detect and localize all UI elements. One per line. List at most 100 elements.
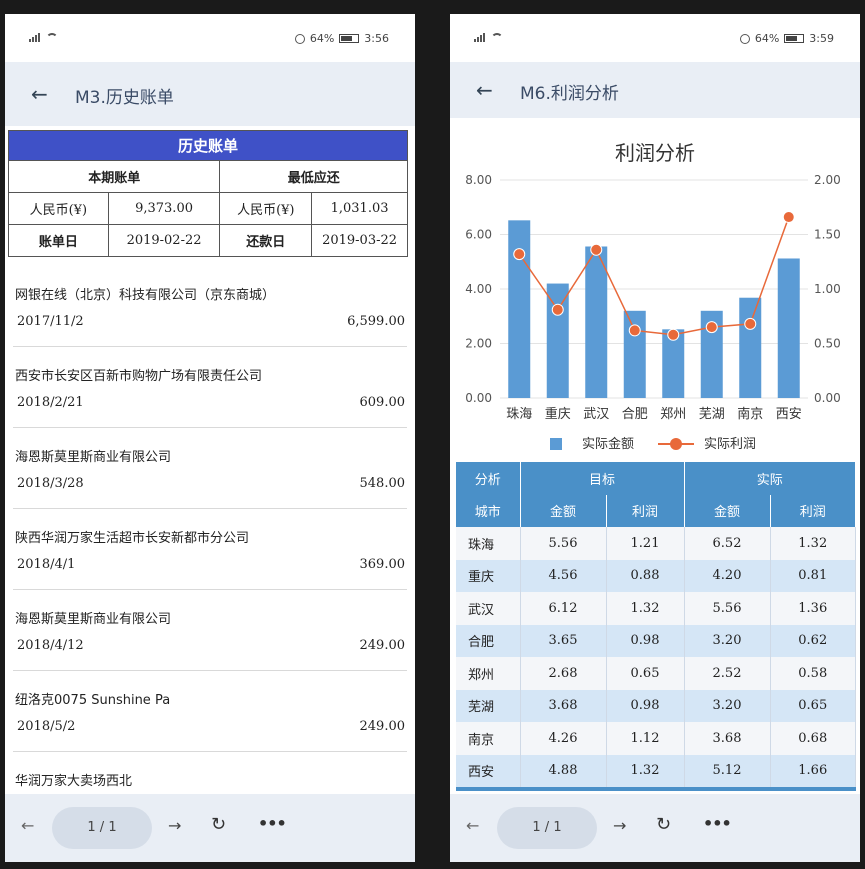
y-left-tick-label: 4.00 [465,282,492,296]
table-row: 芜湖 3.68 0.98 3.20 0.65 [456,689,856,722]
value-cell: 1.32 [606,592,685,625]
col-header-amount: 金额 [520,494,607,527]
value-cell: 0.58 [770,657,856,690]
bar [508,220,531,398]
merchant-name: 海恩斯莫里斯商业有限公司 [15,612,172,627]
page-indicator[interactable]: 1 / 1 [497,807,597,849]
city-cell: 郑州 [456,657,521,690]
list-item[interactable]: 海恩斯莫里斯商业有限公司 2018/4/12 249.00 [13,590,407,671]
next-page-arrow-icon[interactable]: → [168,816,181,835]
transaction-amount: 548.00 [359,476,406,491]
list-item[interactable]: 海恩斯莫里斯商业有限公司 2018/3/28 548.00 [13,428,407,509]
value-cell: 2.68 [520,657,607,690]
clock: 3:59 [809,32,834,45]
line-point [513,248,526,261]
value-cell: 4.26 [520,722,607,755]
transaction-date: 2018/4/1 [17,557,76,572]
line-point [705,321,718,334]
table-bottom-bar [456,787,856,791]
current-bill-amount: 9,373.00 [107,192,221,225]
y-right-tick-label: 0.50 [814,337,841,351]
value-cell: 1.21 [606,527,685,560]
value-cell: 1.32 [606,754,685,787]
legend-line-marker [670,438,682,450]
prev-page-arrow-icon[interactable]: ← [466,816,479,835]
col-header-analysis: 分析 [456,462,521,495]
value-cell: 2.52 [684,657,771,690]
list-item[interactable]: 陕西华润万家生活超市长安新都市分公司 2018/4/1 369.00 [13,509,407,590]
battery-icon [784,34,805,43]
col-header-actual: 实际 [684,462,856,495]
title-bar: ← M3.历史账单 [5,62,415,126]
table-row: 南京 4.26 1.12 3.68 0.68 [456,722,856,755]
line-point [628,324,641,337]
list-item[interactable]: 网银在线（北京）科技有限公司（京东商城） 2017/11/2 6,599.00 [13,266,407,347]
back-arrow-icon[interactable]: ← [476,78,493,102]
value-cell: 0.98 [606,689,685,722]
next-page-arrow-icon[interactable]: → [613,816,626,835]
battery-percent: 64% [754,32,780,45]
list-item[interactable]: 西安市长安区百新市购物广场有限责任公司 2018/2/21 609.00 [13,347,407,428]
more-icon[interactable]: ••• [258,814,287,833]
value-cell: 3.68 [520,689,607,722]
currency-label: 人民币(¥) [219,192,313,225]
col-header-city: 城市 [456,494,521,527]
x-tick-label: 武汉 [583,407,609,422]
merchant-name: 纽洛克0075 Sunshine Pa [15,693,171,708]
min-payment-label: 最低应还 [219,160,408,193]
value-cell: 0.65 [606,657,685,690]
value-cell: 0.65 [770,689,856,722]
bar [623,310,646,398]
value-cell: 0.68 [770,722,856,755]
value-cell: 3.68 [684,722,771,755]
col-header-profit: 利润 [606,494,685,527]
table-row: 郑州 2.68 0.65 2.52 0.58 [456,657,856,690]
merchant-name: 陕西华润万家生活超市长安新都市分公司 [15,531,250,546]
line-point [590,243,603,256]
min-payment-amount: 1,031.03 [311,192,408,225]
bill-table-header: 历史账单 [8,130,408,161]
y-right-tick-label: 0.00 [814,391,841,405]
profit-chart: 利润分析 0.00 0.00 2.00 0.50 4.00 1.00 6.00 1.50 8.00… [465,141,841,452]
signal-icon [474,32,485,42]
page-indicator[interactable]: 1 / 1 [52,807,152,849]
more-icon[interactable]: ••• [703,814,732,833]
value-cell: 4.20 [684,559,771,592]
value-cell: 0.98 [606,624,685,657]
line-point [782,211,795,224]
value-cell: 0.88 [606,559,685,592]
x-tick-label: 重庆 [545,406,571,422]
table-row: 珠海 5.56 1.21 6.52 1.32 [456,527,856,560]
y-right-tick-label: 1.50 [814,228,841,242]
city-cell: 重庆 [456,559,521,592]
bottom-toolbar: ← 1 / 1 → ↻ ••• [5,794,415,862]
refresh-icon[interactable]: ↻ [656,814,671,835]
bill-summary-table: 历史账单 本期账单 最低应还 人民币(¥) 9,373.00 人民币(¥) 1,… [7,130,408,257]
transaction-date: 2017/11/2 [17,314,84,329]
table-row: 重庆 4.56 0.88 4.20 0.81 [456,559,856,592]
prev-page-arrow-icon[interactable]: ← [21,816,34,835]
transaction-date: 2018/4/12 [17,638,84,653]
y-left-tick-label: 8.00 [465,173,492,187]
x-tick-label: 珠海 [506,407,532,422]
value-cell: 6.12 [520,592,607,625]
list-item[interactable]: 纽洛克0075 Sunshine Pa 2018/5/2 249.00 [13,671,407,752]
back-arrow-icon[interactable]: ← [31,82,48,106]
title-bar: ← M6.利润分析 [450,62,860,118]
bill-date: 2019-02-22 [107,224,221,257]
bar [585,246,608,398]
currency-label: 人民币(¥) [8,192,109,225]
legend-line-label: 实际利润 [704,437,756,452]
line-point [667,328,680,341]
page-title: M3.历史账单 [75,88,174,108]
city-cell: 西安 [456,754,521,787]
merchant-name: 海恩斯莫里斯商业有限公司 [15,450,172,465]
table-row: 合肥 3.65 0.98 3.20 0.62 [456,624,856,657]
x-tick-label: 郑州 [660,407,686,422]
transaction-list: 网银在线（北京）科技有限公司（京东商城） 2017/11/2 6,599.00 … [5,266,415,833]
due-date: 2019-03-22 [311,224,408,257]
bar [777,258,800,398]
y-left-tick-label: 2.00 [465,337,492,351]
battery-icon [339,34,360,43]
refresh-icon[interactable]: ↻ [211,814,226,835]
